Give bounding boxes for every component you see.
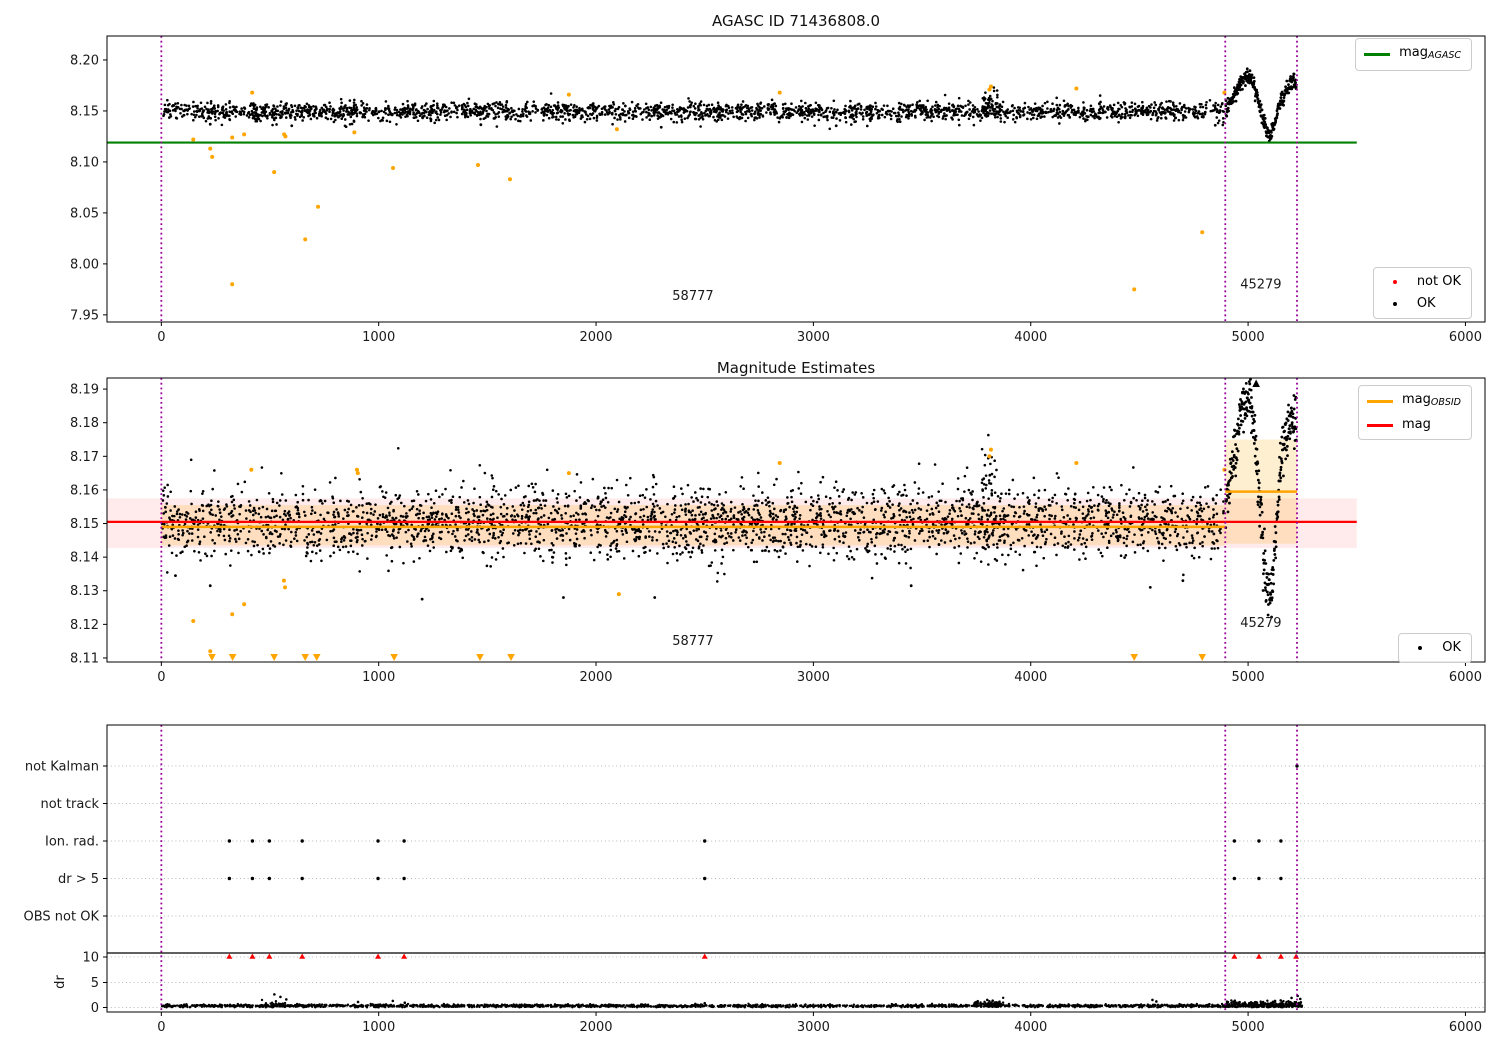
x-tick-label: 6000 (1449, 670, 1482, 685)
y-tick-label: 8.17 (70, 450, 99, 465)
scatter-ok-low (174, 574, 1185, 601)
dr-scatter (160, 993, 1304, 1009)
x-tick-label: 6000 (1449, 330, 1482, 345)
x-tick-label: 5000 (1232, 1020, 1265, 1035)
x-tick-label: 2000 (579, 330, 612, 345)
legend-label-sub: AGASC (1427, 50, 1461, 61)
legend-label-mag-agasc: magAGASC (1399, 43, 1461, 66)
dr-axis-label: dr (53, 975, 68, 989)
x-tick-label: 4000 (1014, 670, 1047, 685)
clipped-low-markers (208, 654, 1207, 661)
legend-label-mag: mag (1401, 417, 1431, 432)
x-tick-label: 3000 (797, 330, 830, 345)
x-tick-label: 0 (157, 670, 165, 685)
y-tick-label: 8.15 (70, 517, 99, 532)
legend-item-mag-agasc: magAGASC (1364, 43, 1461, 66)
x-tick-label: 3000 (797, 1020, 830, 1035)
x-tick-label: 4000 (1014, 1020, 1047, 1035)
x-tick-label: 2000 (579, 1020, 612, 1035)
flag-dots-Ion. rad. (227, 839, 1283, 843)
not-ok-dot-swatch (1382, 275, 1408, 289)
x-tick-label: 6000 (1449, 1020, 1482, 1035)
x-tick-label: 1000 (362, 330, 395, 345)
dr-tick-label: 5 (91, 976, 99, 991)
panel-flags: not Kalman not track Ion. rad. dr > 5 OBS no… (24, 724, 1486, 1035)
obsid-label-58777: 58777 (672, 634, 713, 649)
panel2-title: Magnitude Estimates (716, 359, 876, 377)
legend-ok-flags: not OK OK (1372, 267, 1472, 319)
flag-dots-dr > 5 (227, 876, 1283, 881)
legend-label-mag-obsid: magOBSID (1402, 390, 1461, 413)
axes-border (106, 724, 1486, 1013)
y-tick-label: 8.12 (70, 618, 99, 633)
mag-obsid-line-swatch (1366, 400, 1393, 403)
y-tick-label: 7.95 (70, 308, 99, 323)
panel-agasc: 7.95 8.00 8.05 8.10 8.15 8.20 58777 45279 0 1000 2… (70, 35, 1486, 345)
y-tick-label: 8.18 (70, 416, 99, 431)
dr-tick-label: 10 (82, 951, 99, 966)
y-tick-label: 8.19 (70, 383, 99, 398)
legend-item-mag: mag (1366, 415, 1461, 435)
flag-row-label: not track (40, 797, 99, 812)
y-tick-label: 8.15 (70, 104, 99, 119)
ok-dot-swatch (1407, 641, 1433, 655)
flag-row-label: OBS not OK (24, 910, 100, 925)
legend-label-not-ok: not OK (1416, 274, 1461, 289)
scatter-not-ok (191, 447, 1227, 654)
panel1-title: AGASC ID 71436808.0 (711, 12, 881, 30)
dr-tick-label: 0 (91, 1001, 99, 1016)
legend-item-not-ok: not OK (1382, 272, 1461, 292)
legend-label-main: mag (1401, 392, 1431, 407)
legend-label-ok: OK (1442, 640, 1461, 655)
panel-magest: 8.11 8.12 8.13 8.14 8.15 8.16 8.17 8.18 8.19 5877… (70, 377, 1486, 685)
scatter-ok-low (208, 122, 1217, 129)
flag-row-label: not Kalman (25, 760, 99, 775)
obsid-label-45279: 45279 (1240, 277, 1281, 292)
ok-dot-swatch (1382, 297, 1408, 311)
legend-mag-obsid: magOBSID mag (1357, 385, 1472, 440)
flag-row-label: Ion. rad. (45, 835, 99, 850)
legend-item-ok: OK (1407, 638, 1461, 658)
x-tick-label: 2000 (579, 670, 612, 685)
x-tick-label: 1000 (362, 670, 395, 685)
y-tick-label: 8.16 (70, 483, 99, 498)
scatter-ok-obsid-45279 (1224, 67, 1298, 143)
clipped-high-marker (1252, 379, 1260, 387)
mag-line-swatch (1366, 423, 1393, 427)
legend-item-ok: OK (1382, 294, 1461, 314)
x-tick-label: 0 (157, 1020, 165, 1035)
x-tick-label: 1000 (362, 1020, 395, 1035)
figure-svg: 7.958.008.058.108.158.2058777452790 1000 2… (24, 35, 1486, 1035)
y-tick-label: 8.05 (70, 206, 99, 221)
figure: 7.95 8.00 8.05 8.10 8.15 8.20 58777 45279 0 1000 2… (0, 0, 1500, 1050)
y-tick-label: 8.10 (70, 155, 99, 170)
scatter-ok-main (162, 92, 1226, 131)
legend-label-sub: OBSID (1430, 397, 1461, 408)
legend-ok-bottom: OK (1398, 633, 1472, 663)
legend-mag-agasc: magAGASC (1355, 38, 1472, 71)
y-tick-label: 8.00 (70, 257, 99, 272)
legend-label-main: mag (1399, 45, 1428, 60)
y-tick-label: 8.20 (70, 53, 99, 68)
y-tick-label: 8.13 (70, 584, 99, 599)
obsid-label-45279: 45279 (1240, 616, 1281, 631)
x-tick-label: 5000 (1232, 330, 1265, 345)
x-tick-label: 5000 (1232, 670, 1265, 685)
legend-label-ok: OK (1416, 296, 1436, 311)
mag-agasc-line-swatch (1364, 53, 1391, 56)
flag-row-label: dr > 5 (58, 872, 99, 887)
y-tick-label: 8.14 (70, 551, 99, 566)
x-tick-label: 3000 (797, 670, 830, 685)
y-tick-label: 8.11 (70, 651, 99, 666)
obsid-label-58777: 58777 (672, 289, 713, 304)
x-tick-label: 4000 (1014, 330, 1047, 345)
dr-over-limit-points (226, 953, 1300, 959)
legend-item-mag-obsid: magOBSID (1366, 390, 1461, 413)
x-tick-label: 0 (157, 330, 165, 345)
